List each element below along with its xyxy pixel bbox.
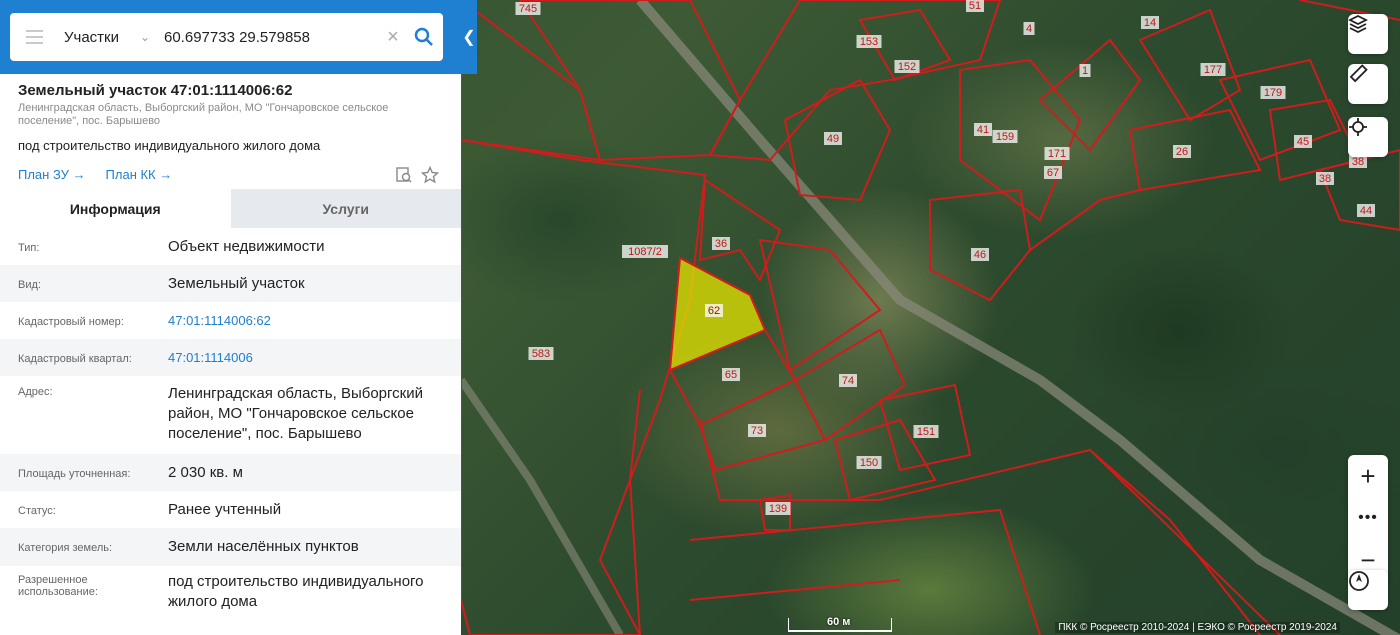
zoom-to-parcel-button[interactable] bbox=[391, 166, 417, 184]
info-value: Ранее учтенный bbox=[168, 500, 282, 518]
search-input[interactable]: 60.697733 29.579858 bbox=[156, 29, 381, 46]
parcel-label[interactable]: 152 bbox=[898, 61, 916, 73]
crosshair-icon bbox=[1349, 118, 1367, 136]
ruler-button[interactable] bbox=[1348, 64, 1388, 104]
parcel-label[interactable]: 159 bbox=[996, 131, 1014, 143]
info-row-permitted-use: Разрешенное использование: под строитель… bbox=[0, 566, 461, 620]
cadastral-quarter-link[interactable]: 47:01:1114006 bbox=[168, 348, 443, 368]
parcel-label[interactable]: 73 bbox=[751, 425, 763, 437]
parcel-label[interactable]: 38 bbox=[1319, 173, 1331, 185]
parcel-label[interactable]: 14 bbox=[1144, 17, 1156, 29]
parcel-label[interactable]: 151 bbox=[917, 426, 935, 438]
search-button[interactable] bbox=[405, 27, 443, 47]
parcel-label[interactable]: 583 bbox=[532, 348, 550, 360]
info-key: Вид: bbox=[18, 278, 41, 291]
chevron-down-icon: ⌄ bbox=[139, 30, 150, 44]
parcel-label[interactable]: 36 bbox=[715, 238, 727, 250]
parcel-title: Земельный участок 47:01:1114006:62 bbox=[18, 82, 293, 99]
category-select[interactable]: Участки ⌄ bbox=[58, 29, 156, 46]
parcel-label[interactable]: 74 bbox=[842, 375, 854, 387]
parcel-label[interactable]: 1 bbox=[1082, 65, 1088, 77]
info-key: Тип: bbox=[18, 241, 40, 254]
favorite-button[interactable] bbox=[417, 165, 443, 184]
search-icon bbox=[414, 27, 433, 46]
parcel-card: Земельный участок 47:01:1114006:62 Ленин… bbox=[0, 74, 461, 185]
info-row-kind: Вид: Земельный участок bbox=[0, 265, 461, 302]
info-table: Тип: Объект недвижимости Вид: Земельный … bbox=[0, 228, 461, 620]
info-row-cadastral-number: Кадастровый номер: 47:01:1114006:62 bbox=[0, 302, 461, 339]
tab-info[interactable]: Информация bbox=[0, 189, 231, 228]
scale-label: 60 м bbox=[827, 616, 851, 628]
parcel-label[interactable]: 26 bbox=[1176, 146, 1188, 158]
parcel-use: под строительство индивидуального жилого… bbox=[18, 138, 321, 153]
info-row-land-category: Категория земель: Земли населённых пункт… bbox=[0, 528, 461, 566]
parcel-label[interactable]: 49 bbox=[827, 133, 839, 145]
parcel-label[interactable]: 179 bbox=[1264, 87, 1282, 99]
info-key: Адрес: bbox=[18, 386, 53, 398]
parcel-label[interactable]: 41 bbox=[977, 124, 989, 136]
zoom-in-button[interactable]: + bbox=[1348, 455, 1388, 497]
parcel-label[interactable]: 4 bbox=[1026, 23, 1032, 35]
category-label: Участки bbox=[64, 28, 119, 46]
parcel-label[interactable]: 1087/2 bbox=[628, 246, 662, 258]
info-key: Разрешенное использование: bbox=[18, 574, 98, 598]
info-key: Статус: bbox=[18, 504, 56, 517]
ruler-icon bbox=[1349, 64, 1368, 83]
layers-button[interactable] bbox=[1348, 14, 1388, 54]
star-icon bbox=[421, 165, 439, 183]
info-value: Земельный участок bbox=[168, 274, 305, 292]
plan-kk-link[interactable]: План КК → bbox=[106, 167, 173, 182]
info-row-status: Статус: Ранее учтенный bbox=[0, 491, 461, 528]
info-key: Кадастровый номер: bbox=[18, 315, 124, 328]
info-row-cadastral-quarter: Кадастровый квартал: 47:01:1114006 bbox=[0, 339, 461, 376]
info-row-area: Площадь уточненная: 2 030 кв. м bbox=[0, 454, 461, 491]
info-value: Объект недвижимости bbox=[168, 237, 325, 255]
compass-button[interactable] bbox=[1348, 570, 1388, 610]
parcel-label[interactable]: 153 bbox=[860, 36, 878, 48]
layers-icon bbox=[1348, 14, 1368, 34]
parcel-label[interactable]: 171 bbox=[1048, 148, 1066, 160]
parcel-label[interactable]: 62 bbox=[708, 305, 720, 317]
info-key: Площадь уточненная: bbox=[18, 467, 131, 480]
info-value: Ленинградская область, Выборгский район,… bbox=[168, 385, 423, 442]
parcel-label[interactable]: 65 bbox=[725, 369, 737, 381]
scale-bar: 60 м bbox=[788, 616, 892, 632]
info-value: Земли населённых пунктов bbox=[168, 538, 359, 555]
search-header: Участки ⌄ 60.697733 29.579858 × ❮ bbox=[0, 0, 477, 74]
info-value: 2 030 кв. м bbox=[168, 463, 243, 481]
parcel-label[interactable]: 44 bbox=[1360, 205, 1372, 217]
menu-icon[interactable] bbox=[10, 30, 58, 44]
clear-icon[interactable]: × bbox=[381, 26, 405, 49]
parcel-label[interactable]: 67 bbox=[1047, 167, 1059, 179]
parcel-address: Ленинградская область, Выборгский район,… bbox=[18, 102, 389, 127]
info-row-address: Адрес: Ленинградская область, Выборгский… bbox=[0, 376, 461, 454]
info-panel: Земельный участок 47:01:1114006:62 Ленин… bbox=[0, 0, 461, 635]
parcel-label[interactable]: 745 bbox=[519, 3, 537, 15]
info-value: под строительство индивидуального жилого… bbox=[168, 573, 424, 610]
tab-bar: Информация Услуги bbox=[0, 189, 461, 228]
locate-button[interactable] bbox=[1348, 117, 1388, 157]
card-links: План ЗУ → План КК → bbox=[0, 153, 461, 185]
plan-zu-link[interactable]: План ЗУ → bbox=[18, 167, 86, 182]
info-key: Категория земель: bbox=[18, 542, 113, 554]
parcel-label[interactable]: 38 bbox=[1352, 156, 1364, 168]
more-button[interactable]: ••• bbox=[1348, 497, 1388, 539]
compass-icon bbox=[1349, 571, 1369, 591]
parcel-label[interactable]: 177 bbox=[1204, 64, 1222, 76]
parcel-label[interactable]: 150 bbox=[860, 457, 878, 469]
cadastral-number-link[interactable]: 47:01:1114006:62 bbox=[168, 311, 443, 331]
parcel-label[interactable]: 46 bbox=[974, 249, 986, 261]
map-attribution: ПКК © Росреестр 2010-2024 | ЕЭКО © Росре… bbox=[1055, 622, 1340, 633]
tab-services[interactable]: Услуги bbox=[230, 189, 461, 228]
search-box: Участки ⌄ 60.697733 29.579858 × bbox=[10, 13, 443, 61]
parcel-label[interactable]: 45 bbox=[1297, 136, 1309, 148]
parcel-label[interactable]: 139 bbox=[769, 503, 787, 515]
info-key: Кадастровый квартал: bbox=[18, 352, 132, 365]
info-row-type: Тип: Объект недвижимости bbox=[0, 228, 461, 265]
parcel-label[interactable]: 51 bbox=[969, 0, 981, 12]
zoom-controls: + ••• − bbox=[1348, 455, 1388, 583]
collapse-panel-icon[interactable]: ❮ bbox=[461, 20, 477, 54]
zoom-doc-icon bbox=[396, 166, 412, 182]
